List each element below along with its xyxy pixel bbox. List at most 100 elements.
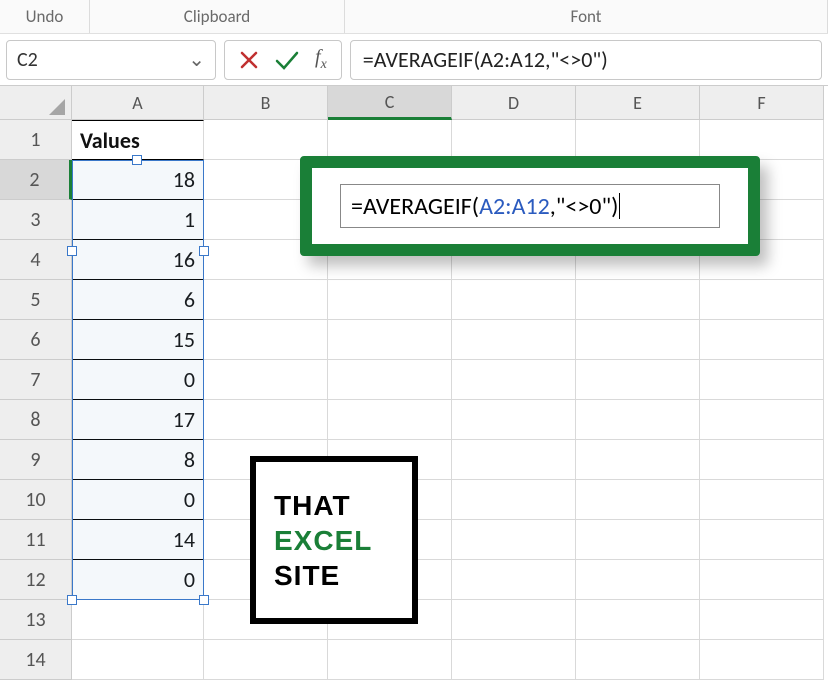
cell-f1[interactable] — [700, 120, 824, 160]
cell-a3[interactable]: 1 — [72, 200, 204, 240]
selection-handle[interactable] — [67, 595, 77, 605]
cell-b7[interactable] — [204, 360, 328, 400]
chevron-down-icon[interactable]: ⌄ — [188, 47, 205, 72]
cell-f14[interactable] — [700, 640, 824, 680]
row-header-14[interactable]: 14 — [0, 640, 72, 680]
cell-f8[interactable] — [700, 400, 824, 440]
cell-d1[interactable] — [452, 120, 576, 160]
enter-button[interactable] — [273, 46, 301, 74]
row-header-13[interactable]: 13 — [0, 600, 72, 640]
cell-c8[interactable] — [328, 400, 452, 440]
row-header-8[interactable]: 8 — [0, 400, 72, 440]
cell-b6[interactable] — [204, 320, 328, 360]
formula-callout: =AVERAGEIF(A2:A12,"<>0") — [300, 156, 760, 256]
cell-a8[interactable]: 17 — [72, 400, 204, 440]
cell-d7[interactable] — [452, 360, 576, 400]
select-all-corner[interactable] — [0, 86, 72, 120]
ribbon-group-clipboard: Clipboard — [90, 0, 345, 33]
selection-handle[interactable] — [199, 246, 209, 256]
ribbon-group-undo: Undo — [0, 0, 90, 33]
cell-b8[interactable] — [204, 400, 328, 440]
cell-c5[interactable] — [328, 280, 452, 320]
row-header-6[interactable]: 6 — [0, 320, 72, 360]
selection-handle[interactable] — [199, 595, 209, 605]
row-header-3[interactable]: 3 — [0, 200, 72, 240]
cell-a13[interactable] — [72, 600, 204, 640]
callout-text-post: ,"<>0") — [550, 192, 619, 221]
cell-b14[interactable] — [204, 640, 328, 680]
selection-handle[interactable] — [132, 155, 142, 165]
formula-edit-bar: C2 ⌄ fx =AVERAGEIF(A2:A12,"<>0") — [0, 34, 828, 86]
cell-a2[interactable]: 18 — [72, 160, 204, 200]
cell-c1[interactable] — [328, 120, 452, 160]
cell-f9[interactable] — [700, 440, 824, 480]
cell-e14[interactable] — [576, 640, 700, 680]
cell-f5[interactable] — [700, 280, 824, 320]
cell-a1[interactable]: Values — [72, 120, 204, 160]
row-header-9[interactable]: 9 — [0, 440, 72, 480]
cell-e1[interactable] — [576, 120, 700, 160]
cell-a5[interactable]: 6 — [72, 280, 204, 320]
row-header-4[interactable]: 4 — [0, 240, 72, 280]
row-1: 1Values — [0, 120, 828, 160]
cell-d8[interactable] — [452, 400, 576, 440]
cell-c6[interactable] — [328, 320, 452, 360]
cell-e10[interactable] — [576, 480, 700, 520]
cell-e5[interactable] — [576, 280, 700, 320]
cell-f11[interactable] — [700, 520, 824, 560]
cell-a6[interactable]: 15 — [72, 320, 204, 360]
cell-a10[interactable]: 0 — [72, 480, 204, 520]
row-header-11[interactable]: 11 — [0, 520, 72, 560]
cell-a11[interactable]: 14 — [72, 520, 204, 560]
cell-d12[interactable] — [452, 560, 576, 600]
cell-e11[interactable] — [576, 520, 700, 560]
cell-a7[interactable]: 0 — [72, 360, 204, 400]
column-header-f[interactable]: F — [700, 86, 824, 120]
cell-e13[interactable] — [576, 600, 700, 640]
cell-d14[interactable] — [452, 640, 576, 680]
cell-a12[interactable]: 0 — [72, 560, 204, 600]
column-header-d[interactable]: D — [452, 86, 576, 120]
cell-a14[interactable] — [72, 640, 204, 680]
row-8: 817 — [0, 400, 828, 440]
cancel-button[interactable] — [235, 46, 263, 74]
cell-b1[interactable] — [204, 120, 328, 160]
column-header-b[interactable]: B — [204, 86, 328, 120]
cell-f7[interactable] — [700, 360, 824, 400]
row-header-1[interactable]: 1 — [0, 120, 72, 160]
row-header-12[interactable]: 12 — [0, 560, 72, 600]
cell-d10[interactable] — [452, 480, 576, 520]
formula-callout-input[interactable]: =AVERAGEIF(A2:A12,"<>0") — [340, 184, 720, 228]
cell-a9[interactable]: 8 — [72, 440, 204, 480]
cell-d13[interactable] — [452, 600, 576, 640]
row-header-7[interactable]: 7 — [0, 360, 72, 400]
name-box[interactable]: C2 ⌄ — [6, 40, 216, 80]
cell-e9[interactable] — [576, 440, 700, 480]
fx-icon[interactable]: fx — [311, 46, 331, 73]
selection-handle[interactable] — [67, 246, 77, 256]
cell-d11[interactable] — [452, 520, 576, 560]
cell-f13[interactable] — [700, 600, 824, 640]
column-header-c[interactable]: C — [328, 86, 452, 120]
cell-f10[interactable] — [700, 480, 824, 520]
row-header-10[interactable]: 10 — [0, 480, 72, 520]
cell-d6[interactable] — [452, 320, 576, 360]
column-header-e[interactable]: E — [576, 86, 700, 120]
cell-d9[interactable] — [452, 440, 576, 480]
formula-bar-input[interactable]: =AVERAGEIF(A2:A12,"<>0") — [350, 40, 822, 80]
cell-e8[interactable] — [576, 400, 700, 440]
cell-e12[interactable] — [576, 560, 700, 600]
ribbon-group-labels: Undo Clipboard Font — [0, 0, 828, 34]
cell-c14[interactable] — [328, 640, 452, 680]
row-header-5[interactable]: 5 — [0, 280, 72, 320]
cell-e7[interactable] — [576, 360, 700, 400]
cell-a4[interactable]: 16 — [72, 240, 204, 280]
cell-f12[interactable] — [700, 560, 824, 600]
cell-b5[interactable] — [204, 280, 328, 320]
cell-e6[interactable] — [576, 320, 700, 360]
row-header-2[interactable]: 2 — [0, 160, 72, 200]
cell-d5[interactable] — [452, 280, 576, 320]
cell-f6[interactable] — [700, 320, 824, 360]
cell-c7[interactable] — [328, 360, 452, 400]
column-header-a[interactable]: A — [72, 86, 204, 120]
